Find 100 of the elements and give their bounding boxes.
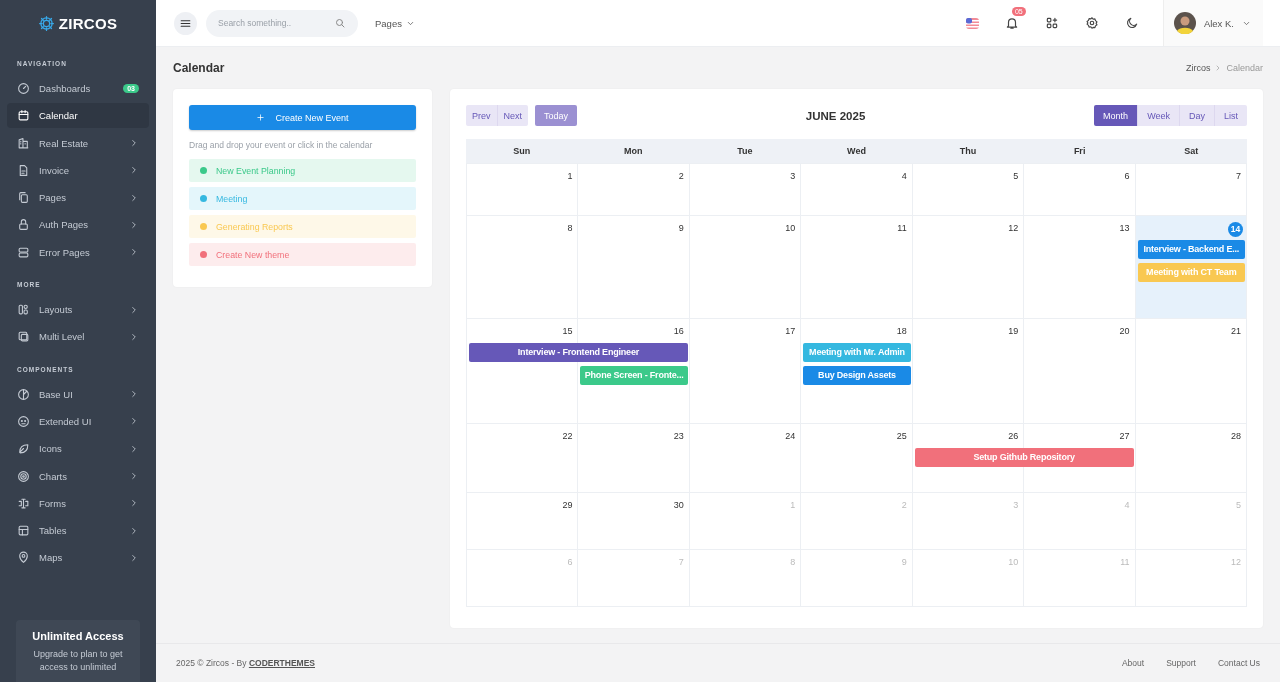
pages-menu[interactable]: Pages	[375, 17, 415, 29]
day-number: 6	[1124, 171, 1130, 181]
day-number: 10	[1008, 557, 1019, 567]
sidebar-item[interactable]: Extended UI	[7, 408, 149, 434]
sidebar-item[interactable]: Maps	[7, 545, 149, 571]
day-number: 13	[1119, 223, 1130, 233]
weekday-header: Tue	[736, 146, 754, 156]
search-icon	[334, 17, 346, 29]
bell-icon[interactable]	[1005, 16, 1020, 30]
gauge-icon	[17, 82, 30, 95]
day-number: 11	[897, 223, 907, 233]
avatar-icon	[1173, 12, 1196, 34]
hint-text: Drag and drop your event or click in the calendar	[189, 140, 374, 150]
create-event-button[interactable]: Create New Event	[189, 105, 416, 130]
day-number: 3	[1013, 500, 1019, 510]
breadcrumb-current: Calendar	[1226, 63, 1263, 73]
logo-icon	[38, 15, 54, 31]
weekday-header: Fri	[1072, 146, 1087, 156]
day-number: 2	[678, 171, 684, 181]
copyright-text: 2025 © Zircos - By CODERTHEMES	[176, 658, 315, 668]
day-number: 25	[896, 431, 907, 441]
day-number: 9	[901, 557, 907, 567]
day-number: 7	[1236, 171, 1241, 181]
chevron-right-icon	[129, 525, 139, 536]
day-number: 23	[673, 431, 684, 441]
sidebar-item[interactable]: Calendar	[7, 103, 149, 129]
day-number: 30	[673, 500, 684, 510]
view-tab[interactable]: Month	[1094, 105, 1138, 126]
mask-icon	[17, 414, 30, 428]
breadcrumb-link[interactable]: Zircos	[1185, 63, 1211, 73]
day-number: 12	[1008, 223, 1019, 233]
calendar-event[interactable]: Interview - Frontend Engineer	[469, 343, 688, 362]
sidebar-item[interactable]: Tables	[7, 518, 149, 544]
chevron-right-icon	[129, 443, 139, 454]
flag-icon[interactable]	[965, 17, 979, 29]
day-number: 17	[785, 326, 796, 336]
sidebar-item[interactable]: Real Estate	[7, 130, 149, 156]
brand-name: ZIRCOS	[58, 14, 118, 32]
view-tab[interactable]: Day	[1178, 105, 1214, 126]
day-number: 18	[896, 326, 907, 336]
building-icon	[17, 136, 30, 150]
day-number: 3	[790, 171, 796, 181]
settings-icon[interactable]	[1085, 16, 1100, 30]
menu-button[interactable]	[174, 11, 197, 35]
sidebar-item[interactable]: Forms	[7, 490, 149, 516]
sidebar-item[interactable]: Layouts	[7, 297, 149, 323]
server-icon	[17, 245, 30, 259]
promo-text: Upgrade to plan to get access to unlimited	[32, 648, 124, 674]
next-button[interactable]: Next	[496, 105, 529, 126]
day-number: 20	[1119, 326, 1130, 336]
sidebar-item[interactable]: Multi Level	[7, 324, 149, 350]
chevron-right-icon	[129, 498, 139, 509]
day-number: 8	[790, 557, 796, 567]
day-number: 24	[785, 431, 796, 441]
footer-link[interactable]: About	[1121, 658, 1145, 668]
chevron-right-icon	[129, 304, 139, 315]
day-number: 5	[1236, 500, 1241, 510]
sidebar-item[interactable]: Icons	[7, 436, 149, 462]
leaf-icon	[17, 442, 30, 456]
day-number: 11	[1120, 557, 1130, 567]
day-number: 1	[790, 500, 796, 510]
day-number: 28	[1231, 431, 1241, 441]
day-number: 27	[1119, 431, 1130, 441]
chevron-right-icon	[129, 192, 139, 203]
search-field[interactable]: Search something..	[206, 9, 358, 37]
promo-title: Unlimited Access	[31, 630, 125, 642]
weekday-header: Wed	[846, 146, 867, 156]
sidebar-item[interactable]: Invoice	[7, 157, 149, 183]
chevron-right-icon	[129, 416, 139, 427]
day-number: 29	[562, 500, 573, 510]
day-number: 22	[562, 431, 573, 441]
sidebar-item[interactable]: Error Pages	[7, 239, 149, 265]
chevron-right-icon	[129, 220, 139, 230]
user-menu[interactable]: Alex K.	[1162, 0, 1263, 46]
calendar-event[interactable]: Interview - Backend E...	[1137, 240, 1245, 259]
sidebar-item[interactable]: Pages	[7, 185, 149, 211]
weekday-header: Sat	[1183, 146, 1200, 156]
calendar-icon	[17, 109, 30, 123]
day-number: 2	[901, 500, 907, 510]
weekday-header: Sun	[512, 146, 532, 156]
calendar-event[interactable]: Buy Design Assets	[803, 366, 911, 385]
sidebar-item[interactable]: Auth Pages	[7, 212, 149, 238]
plus-icon	[256, 113, 266, 122]
lock-icon	[17, 218, 30, 232]
footer-link[interactable]: Support	[1166, 658, 1196, 668]
view-tab[interactable]: List	[1214, 105, 1247, 126]
sidebar-item[interactable]: Base UI	[7, 381, 149, 407]
chevron-right-icon	[129, 138, 139, 149]
day-number: 9	[678, 223, 684, 233]
weekday-header: Mon	[623, 146, 644, 156]
moon-icon[interactable]	[1125, 16, 1140, 30]
footer-link[interactable]: Contact Us	[1217, 658, 1260, 668]
palette-icon	[17, 387, 30, 401]
prev-button[interactable]: Prev	[466, 105, 497, 126]
sidebar-item[interactable]: Charts	[7, 463, 149, 489]
day-number: 5	[1013, 171, 1019, 181]
apps-icon[interactable]	[1045, 16, 1060, 30]
day-number: 15	[562, 326, 573, 336]
view-tab[interactable]: Week	[1137, 105, 1179, 126]
layers-icon	[17, 330, 30, 344]
